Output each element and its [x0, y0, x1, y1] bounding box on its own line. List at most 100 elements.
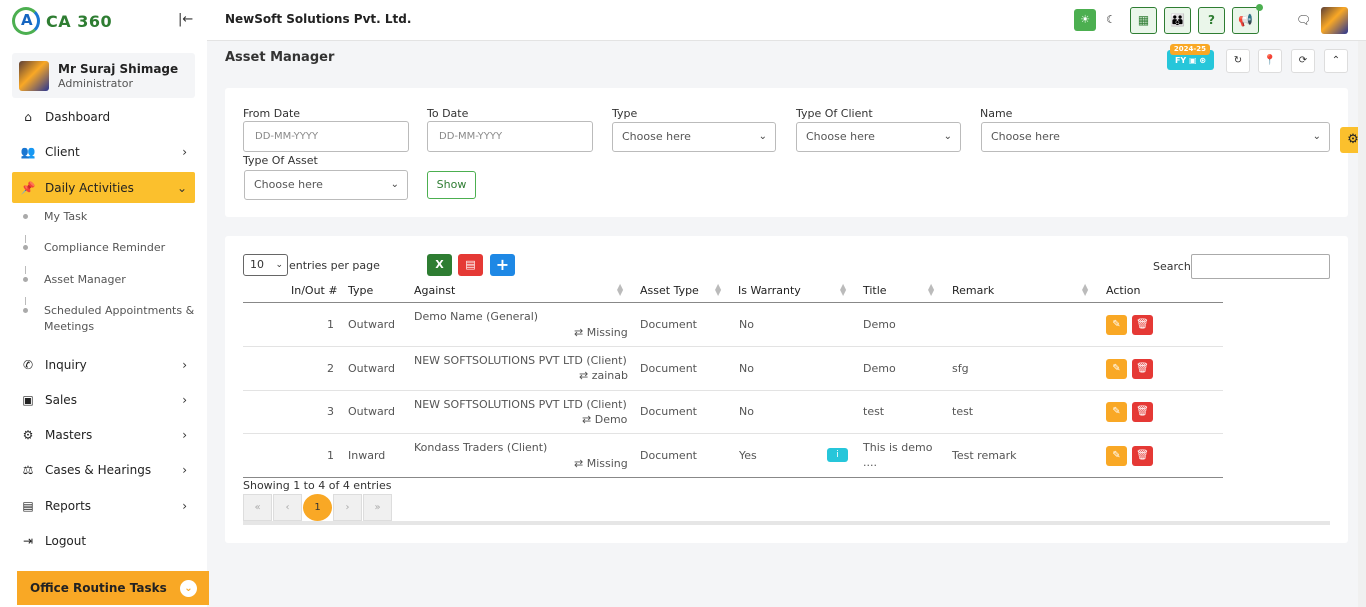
header-asset-type[interactable]: Asset Type [640, 284, 699, 297]
header-is-warranty[interactable]: Is Warranty [738, 284, 801, 297]
office-routine-tasks-button[interactable]: Office Routine Tasks ⌄ [17, 571, 209, 605]
collapse-sidebar-icon[interactable]: |← [178, 12, 193, 27]
sort-icon[interactable]: ▲ ▼ [715, 283, 721, 297]
sub-item-scheduled-appointments[interactable]: Scheduled Appointments & [44, 303, 194, 319]
cell-asset-type: Document [640, 318, 697, 331]
type-of-asset-select[interactable]: Choose here ⌄ [244, 170, 408, 200]
cell-against: NEW SOFTSOLUTIONS PVT LTD (Client) [414, 398, 627, 411]
type-of-client-select[interactable]: Choose here ⌄ [796, 122, 961, 152]
next-page-button[interactable]: › [333, 494, 362, 521]
delete-button[interactable]: 🗑 [1132, 315, 1153, 335]
add-button[interactable]: + [490, 254, 515, 276]
sub-item-compliance-reminder[interactable]: Compliance Reminder [44, 240, 165, 256]
cell-against: Demo Name (General) [414, 310, 539, 323]
chevron-down-icon: ⌄ [176, 180, 187, 195]
sort-icon[interactable]: ▲ ▼ [928, 283, 934, 297]
sidebar-item-client[interactable]: 👥 Client › [12, 137, 195, 167]
header-title[interactable]: Title [863, 284, 887, 297]
chevron-right-icon: › [182, 499, 187, 513]
header-type[interactable]: Type [348, 284, 373, 297]
refresh-button[interactable]: ↻ [1226, 49, 1250, 73]
announcement-button[interactable]: 📢 [1232, 7, 1259, 34]
info-icon[interactable]: i [827, 448, 848, 462]
delete-button[interactable]: 🗑 [1132, 402, 1153, 422]
sort-icon[interactable]: ▲ ▼ [617, 283, 623, 297]
from-date-label: From Date [243, 107, 301, 120]
theme-toggle[interactable]: ☀ ☾ [1072, 7, 1126, 34]
sidebar-item-daily-activities[interactable]: 📌 Daily Activities ⌄ [12, 172, 195, 203]
type-of-asset-label: Type Of Asset [243, 154, 318, 167]
chevron-down-icon: ⌄ [275, 260, 283, 270]
showing-entries-text: Showing 1 to 4 of 4 entries [243, 479, 392, 492]
delete-button[interactable]: 🗑 [1132, 359, 1153, 379]
type-of-client-label: Type Of Client [796, 107, 873, 120]
help-button[interactable]: ? [1198, 7, 1225, 34]
sub-item-connector [25, 266, 26, 274]
edit-button[interactable]: ✎ [1106, 446, 1127, 466]
first-page-button[interactable]: « [243, 494, 272, 521]
sub-item-meetings[interactable]: Meetings [44, 319, 94, 335]
collapse-up-button[interactable]: ⌃ [1324, 49, 1348, 73]
edit-button[interactable]: ✎ [1106, 315, 1127, 335]
sidebar-item-masters[interactable]: ⚙ Masters › [12, 420, 195, 450]
pagination: « ‹ 1 › » [243, 494, 393, 521]
sidebar-item-sales[interactable]: ▣ Sales › [12, 385, 195, 415]
entries-per-page-select[interactable]: 10 ⌄ [243, 254, 288, 276]
sidebar-item-reports[interactable]: ▤ Reports › [12, 491, 195, 521]
row-divider [243, 346, 1223, 347]
cell-warranty: No [739, 362, 754, 375]
last-page-button[interactable]: » [363, 494, 392, 521]
cell-remark: test [952, 405, 974, 418]
team-button[interactable]: 👪 [1164, 7, 1191, 34]
horizontal-scrollbar[interactable] [243, 521, 1330, 525]
prev-page-button[interactable]: ‹ [273, 494, 302, 521]
qr-code-button[interactable]: ▦ [1130, 7, 1157, 34]
pin-button[interactable]: 📍 [1258, 49, 1282, 73]
chevron-down-icon: ⌄ [180, 580, 197, 597]
page-1-button[interactable]: 1 [303, 494, 332, 521]
logo[interactable]: CA 360 [12, 6, 112, 36]
sidebar-item-label: Daily Activities [45, 180, 134, 195]
header-in-out[interactable]: In/Out # [291, 284, 338, 297]
excel-export-button[interactable]: X [427, 254, 452, 276]
show-button[interactable]: Show [427, 171, 476, 199]
sidebar-item-label: Masters [45, 428, 93, 442]
to-date-input[interactable]: DD-MM-YYYY [427, 121, 593, 152]
file-icon: ▤ [22, 499, 34, 513]
cell-against-sub: ⇄ Missing [574, 457, 628, 470]
chevron-down-icon: ⌄ [943, 131, 952, 142]
sidebar-item-inquiry[interactable]: ✆ Inquiry › [12, 350, 195, 380]
sort-icon[interactable]: ▲ ▼ [1082, 283, 1088, 297]
name-select[interactable]: Choose here ⌄ [981, 122, 1330, 152]
sort-icon[interactable]: ▲ ▼ [840, 283, 846, 297]
user-card[interactable]: Mr Suraj Shimage Administrator [12, 53, 195, 98]
header-remark[interactable]: Remark [952, 284, 994, 297]
moon-icon[interactable]: ☾ [1100, 9, 1122, 31]
vertical-scrollbar[interactable] [1358, 41, 1366, 607]
reload-button[interactable]: ⟳ [1291, 49, 1315, 73]
search-input[interactable] [1191, 254, 1330, 279]
edit-button[interactable]: ✎ [1106, 402, 1127, 422]
cell-number: 1 [327, 318, 334, 331]
sub-item-my-task[interactable]: My Task [44, 209, 87, 225]
chat-icon[interactable]: 🗨 [1290, 7, 1317, 34]
sidebar-item-logout[interactable]: ⇥ Logout [12, 526, 195, 556]
users-icon: 👥 [20, 145, 36, 159]
delete-button[interactable]: 🗑 [1132, 446, 1153, 466]
cell-type: Outward [348, 405, 395, 418]
avatar[interactable] [1321, 7, 1348, 34]
sun-icon[interactable]: ☀ [1074, 9, 1096, 31]
type-select[interactable]: Choose here ⌄ [612, 122, 776, 152]
cell-title: test [863, 405, 885, 418]
chevron-right-icon: › [182, 428, 187, 442]
sidebar: CA 360 |← Mr Suraj Shimage Administrator… [0, 0, 207, 607]
sidebar-item-dashboard[interactable]: ⌂ Dashboard [12, 102, 195, 132]
sidebar-item-cases-hearings[interactable]: ⚖ Cases & Hearings › [12, 455, 195, 485]
home-icon: ⌂ [24, 110, 32, 124]
edit-button[interactable]: ✎ [1106, 359, 1127, 379]
header-against[interactable]: Against [414, 284, 455, 297]
pdf-export-button[interactable]: ▤ [458, 254, 483, 276]
type-label: Type [612, 107, 638, 120]
sub-item-asset-manager[interactable]: Asset Manager [44, 272, 126, 288]
from-date-input[interactable]: DD-MM-YYYY [243, 121, 409, 152]
